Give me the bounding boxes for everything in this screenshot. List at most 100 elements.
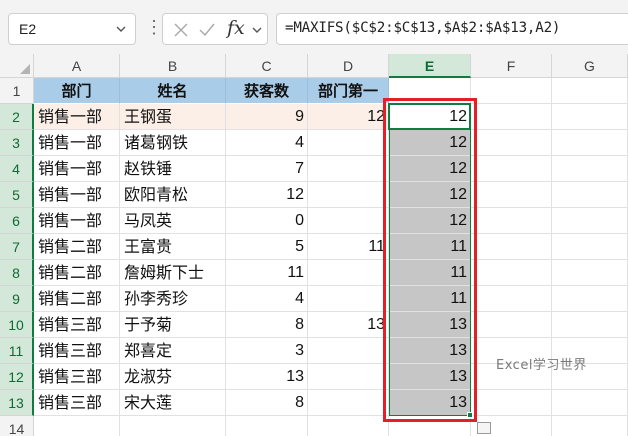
cell-d4[interactable] <box>308 156 389 182</box>
cell-g8[interactable] <box>552 260 628 286</box>
cell-e9[interactable]: 11 <box>389 286 471 312</box>
cell-c1[interactable]: 获客数 <box>226 78 308 104</box>
cell-b11[interactable]: 郑喜定 <box>120 338 226 364</box>
cell-g7[interactable] <box>552 234 628 260</box>
row-header-14[interactable]: 14 <box>0 416 34 436</box>
cell-g14[interactable] <box>552 416 628 436</box>
cell-c8[interactable]: 11 <box>226 260 308 286</box>
cell-b4[interactable]: 赵铁锤 <box>120 156 226 182</box>
row-header-2[interactable]: 2 <box>0 104 34 130</box>
row-header-13[interactable]: 13 <box>0 390 34 416</box>
cell-c7[interactable]: 5 <box>226 234 308 260</box>
row-header-1[interactable]: 1 <box>0 78 34 104</box>
cell-d6[interactable] <box>308 208 389 234</box>
cell-e12[interactable]: 13 <box>389 364 471 390</box>
cell-a8[interactable]: 销售二部 <box>34 260 120 286</box>
cell-f7[interactable] <box>471 234 552 260</box>
row-header-4[interactable]: 4 <box>0 156 34 182</box>
cell-e13[interactable]: 13 <box>389 390 471 416</box>
row-header-5[interactable]: 5 <box>0 182 34 208</box>
cell-g4[interactable] <box>552 156 628 182</box>
cell-g13[interactable] <box>552 390 628 416</box>
cell-c3[interactable]: 4 <box>226 130 308 156</box>
column-header-c[interactable]: C <box>226 54 308 78</box>
cell-f2[interactable] <box>471 104 552 130</box>
cell-b1[interactable]: 姓名 <box>120 78 226 104</box>
cell-b2[interactable]: 王钢蛋 <box>120 104 226 130</box>
cell-d11[interactable] <box>308 338 389 364</box>
column-header-g[interactable]: G <box>552 54 628 78</box>
cell-a1[interactable]: 部门 <box>34 78 120 104</box>
cell-c11[interactable]: 3 <box>226 338 308 364</box>
cell-f4[interactable] <box>471 156 552 182</box>
formula-input[interactable]: =MAXIFS($C$2:$C$13,$A$2:$A$13,A2) <box>276 13 628 45</box>
cell-d9[interactable] <box>308 286 389 312</box>
cell-a4[interactable]: 销售一部 <box>34 156 120 182</box>
cell-a10[interactable]: 销售三部 <box>34 312 120 338</box>
cell-f6[interactable] <box>471 208 552 234</box>
cell-f9[interactable] <box>471 286 552 312</box>
cell-e1[interactable] <box>389 78 471 104</box>
cell-a12[interactable]: 销售三部 <box>34 364 120 390</box>
row-header-11[interactable]: 11 <box>0 338 34 364</box>
quick-analysis-icon[interactable] <box>477 422 491 434</box>
cell-d12[interactable] <box>308 364 389 390</box>
row-header-10[interactable]: 10 <box>0 312 34 338</box>
fill-handle[interactable] <box>467 412 473 418</box>
column-header-a[interactable]: A <box>34 54 120 78</box>
cell-b14[interactable] <box>120 416 226 436</box>
cell-c12[interactable]: 13 <box>226 364 308 390</box>
row-header-6[interactable]: 6 <box>0 208 34 234</box>
cell-g1[interactable] <box>552 78 628 104</box>
cell-e4[interactable]: 12 <box>389 156 471 182</box>
cell-b8[interactable]: 詹姆斯下士 <box>120 260 226 286</box>
cell-e2[interactable]: 12 <box>389 104 471 130</box>
name-box[interactable]: E2 <box>8 13 136 45</box>
cell-b9[interactable]: 孙李秀珍 <box>120 286 226 312</box>
cancel-icon[interactable] <box>171 20 191 40</box>
cell-f13[interactable] <box>471 390 552 416</box>
cell-a2[interactable]: 销售一部 <box>34 104 120 130</box>
cell-d8[interactable] <box>308 260 389 286</box>
cell-a14[interactable] <box>34 416 120 436</box>
select-all-button[interactable] <box>0 54 34 78</box>
cell-a9[interactable]: 销售二部 <box>34 286 120 312</box>
cell-b10[interactable]: 于予菊 <box>120 312 226 338</box>
cell-a7[interactable]: 销售二部 <box>34 234 120 260</box>
cell-e11[interactable]: 13 <box>389 338 471 364</box>
cell-b3[interactable]: 诸葛钢铁 <box>120 130 226 156</box>
cell-b12[interactable]: 龙淑芬 <box>120 364 226 390</box>
cell-d13[interactable] <box>308 390 389 416</box>
cell-c6[interactable]: 0 <box>226 208 308 234</box>
cell-a3[interactable]: 销售一部 <box>34 130 120 156</box>
cell-f1[interactable] <box>471 78 552 104</box>
cell-f3[interactable] <box>471 130 552 156</box>
row-header-8[interactable]: 8 <box>0 260 34 286</box>
row-header-9[interactable]: 9 <box>0 286 34 312</box>
cell-e6[interactable]: 12 <box>389 208 471 234</box>
cell-a5[interactable]: 销售一部 <box>34 182 120 208</box>
enter-icon[interactable] <box>197 20 217 40</box>
row-header-3[interactable]: 3 <box>0 130 34 156</box>
cell-d1[interactable]: 部门第一 <box>308 78 389 104</box>
cell-c9[interactable]: 4 <box>226 286 308 312</box>
cell-c14[interactable] <box>226 416 308 436</box>
cell-b6[interactable]: 马凤英 <box>120 208 226 234</box>
cell-d7[interactable]: 11 <box>308 234 389 260</box>
cell-e8[interactable]: 11 <box>389 260 471 286</box>
cell-b7[interactable]: 王富贵 <box>120 234 226 260</box>
cell-a6[interactable]: 销售一部 <box>34 208 120 234</box>
row-header-7[interactable]: 7 <box>0 234 34 260</box>
cell-d14[interactable] <box>308 416 389 436</box>
cell-d10[interactable]: 13 <box>308 312 389 338</box>
cell-c10[interactable]: 8 <box>226 312 308 338</box>
cell-d3[interactable] <box>308 130 389 156</box>
cell-e5[interactable]: 12 <box>389 182 471 208</box>
more-options-icon[interactable]: ⋮ <box>145 17 163 38</box>
cell-f10[interactable] <box>471 312 552 338</box>
cell-g9[interactable] <box>552 286 628 312</box>
cell-e14[interactable] <box>389 416 471 436</box>
cell-c2[interactable]: 9 <box>226 104 308 130</box>
cell-c5[interactable]: 12 <box>226 182 308 208</box>
cell-g2[interactable] <box>552 104 628 130</box>
